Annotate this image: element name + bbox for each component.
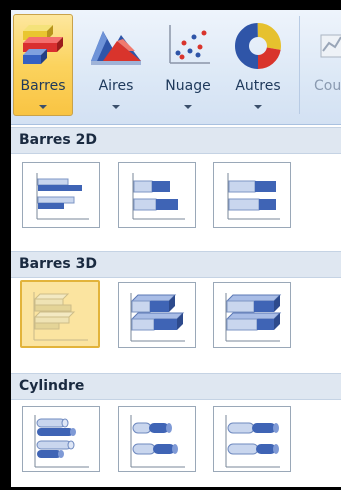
courbes-button[interactable]: Cou bbox=[305, 14, 341, 116]
clustered-bar-3d-icon bbox=[33, 292, 88, 341]
ribbon-separator bbox=[299, 16, 300, 114]
barres-button[interactable]: Barres bbox=[13, 14, 73, 116]
chart-ribbon: Barres Aires Nuage Autres Cou bbox=[11, 10, 341, 125]
barres-label: Barres bbox=[20, 78, 66, 94]
stacked-100-cylinder-icon bbox=[225, 415, 280, 468]
area-chart-icon bbox=[89, 21, 143, 73]
chart-tile-barres-empilees-100[interactable] bbox=[213, 162, 291, 228]
section-header-cylindre: Cylindre bbox=[11, 373, 341, 400]
chart-tile-cylindre-empile-100[interactable] bbox=[213, 406, 291, 472]
chevron-down-icon bbox=[184, 105, 192, 109]
section-title: Barres 2D bbox=[19, 132, 97, 148]
stacked-100-bar-icon bbox=[227, 173, 280, 220]
chart-tile-cylindre-groupe[interactable] bbox=[22, 406, 100, 472]
curve-chart-icon bbox=[315, 21, 341, 73]
chart-tile-barres-groupees[interactable] bbox=[22, 162, 100, 228]
donut-chart-icon bbox=[233, 21, 283, 75]
courbes-label: Cou bbox=[314, 78, 341, 94]
chart-tile-cylindre-empile[interactable] bbox=[118, 406, 196, 472]
chart-tile-barres-empilees[interactable] bbox=[118, 162, 196, 228]
clustered-bar-icon bbox=[36, 173, 89, 220]
stacked-bar-icon bbox=[132, 173, 185, 220]
stacked-cylinder-icon bbox=[130, 415, 185, 468]
section-header-barres-2d: Barres 2D bbox=[11, 127, 341, 154]
chevron-down-icon bbox=[39, 105, 47, 109]
chevron-down-icon bbox=[254, 105, 262, 109]
aires-label: Aires bbox=[98, 78, 134, 94]
chart-tile-barres-empilees-100-3d[interactable] bbox=[213, 282, 291, 348]
section-title: Cylindre bbox=[19, 378, 85, 394]
nuage-button[interactable]: Nuage bbox=[155, 14, 221, 116]
autres-label: Autres bbox=[235, 78, 281, 94]
clustered-cylinder-icon bbox=[34, 415, 89, 468]
stacked-bar-3d-icon bbox=[130, 293, 185, 342]
chevron-down-icon bbox=[112, 105, 120, 109]
aires-button[interactable]: Aires bbox=[83, 14, 149, 116]
section-title: Barres 3D bbox=[19, 256, 97, 272]
autres-button[interactable]: Autres bbox=[225, 14, 291, 116]
chart-tile-barres-groupees-3d[interactable] bbox=[20, 280, 100, 348]
bar-chart-icon bbox=[19, 21, 67, 73]
chart-type-panel: Barres Aires Nuage Autres Cou Barres 2D … bbox=[11, 10, 341, 487]
section-header-barres-3d: Barres 3D bbox=[11, 251, 341, 278]
nuage-label: Nuage bbox=[165, 78, 211, 94]
stacked-100-bar-3d-icon bbox=[225, 293, 282, 342]
chart-tile-barres-empilees-3d[interactable] bbox=[118, 282, 196, 348]
scatter-chart-icon bbox=[164, 21, 212, 73]
